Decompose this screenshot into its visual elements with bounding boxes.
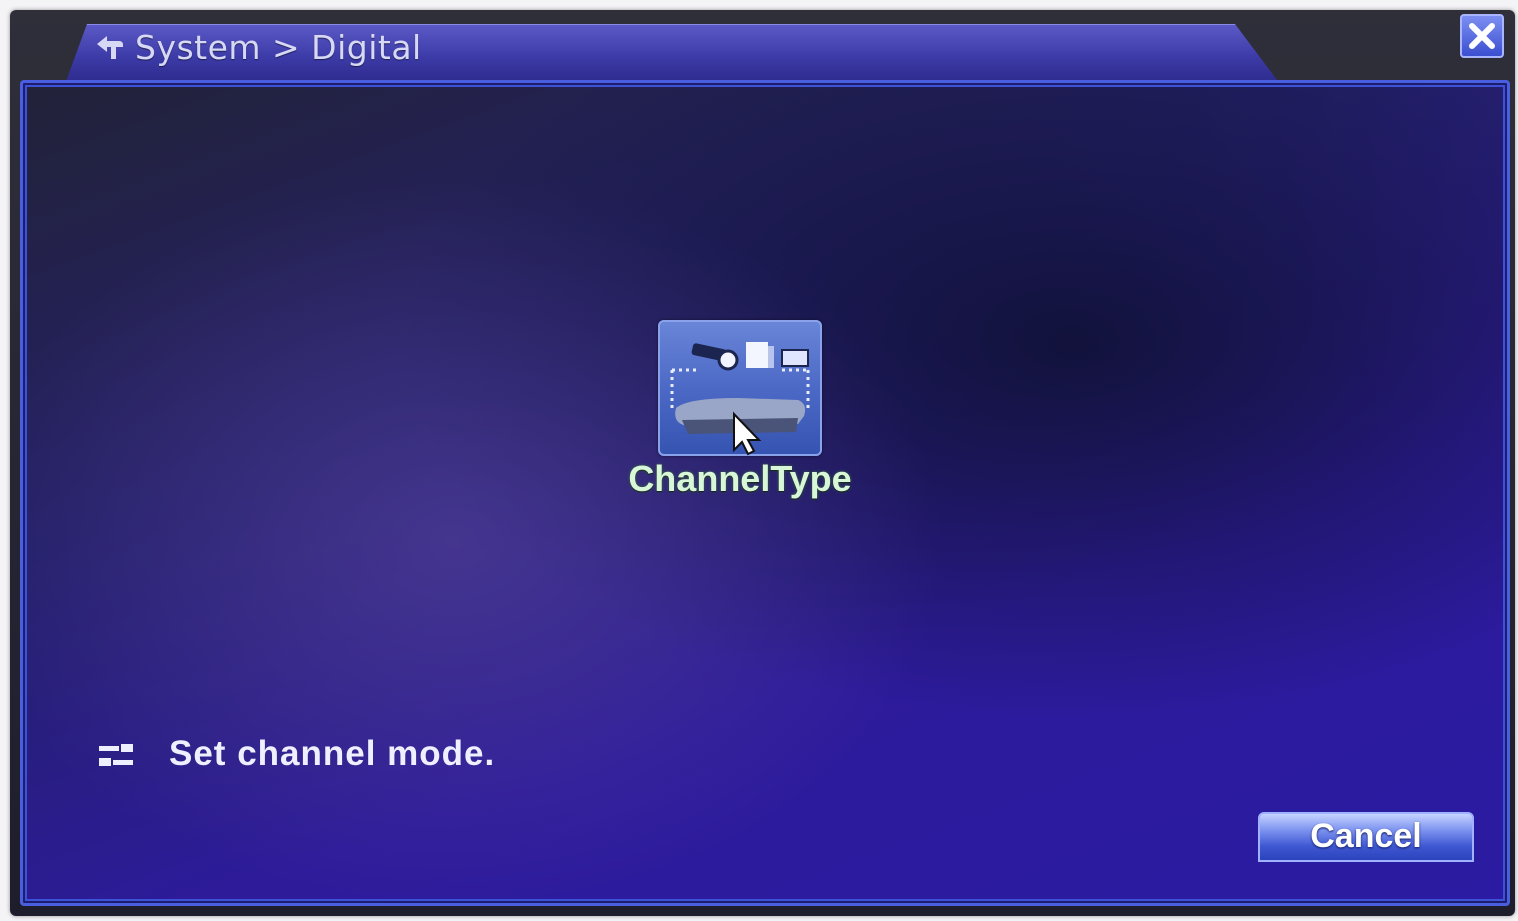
channel-type-label: ChannelType [628,458,852,499]
close-icon [1469,23,1495,49]
back-arrow-icon[interactable] [93,30,127,64]
hint-bar: Set channel mode. [95,730,495,778]
channel-type-menu-item[interactable]: ChannelType [590,320,890,510]
settings-sliders-icon [95,739,139,769]
title-bar: System > Digital [93,25,422,69]
cancel-button[interactable]: Cancel [1258,812,1474,862]
close-button[interactable] [1460,14,1504,58]
channel-type-icon [658,320,822,456]
breadcrumb: System > Digital [135,27,422,67]
hint-text: Set channel mode. [169,734,496,773]
